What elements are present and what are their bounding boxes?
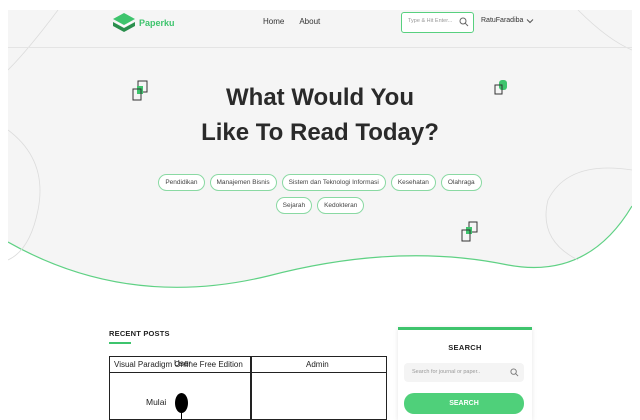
brand-name: Paperku [139,18,175,28]
header-search-box [401,12,474,33]
hero-title-line-2: Like To Read Today? [201,119,439,146]
user-name: RatuFaradiba [481,17,524,24]
hero-background-waves [8,10,632,290]
diagram-user-label: User [174,359,191,368]
diagram-start-node [175,393,188,413]
tag-pendidikan[interactable]: Pendidikan [158,174,205,191]
diagram-lane-divider [250,357,252,419]
diagram-start-label: Mulai [146,397,167,407]
chevron-down-icon [527,18,534,23]
hero-title-line-1: What Would You [226,84,414,111]
tag-sejarah[interactable]: Sejarah [275,197,313,214]
tag-sistem-teknologi-informasi[interactable]: Sistem dan Teknologi Informasi [281,174,386,191]
brand-logo[interactable]: Paperku [111,11,175,35]
tag-olahraga[interactable]: Olahraga [440,174,482,191]
sidebar-search-input[interactable] [412,369,507,375]
tag-manajemen-bisnis[interactable]: Manajemen Bisnis [209,174,277,191]
sidebar-search-button[interactable]: SEARCH [404,393,524,414]
hero-section [8,10,632,290]
diagram-connector [181,412,182,419]
recent-posts-heading: RECENT POSTS [109,329,170,338]
main-nav: Home About [263,17,320,26]
search-icon[interactable] [459,17,469,27]
top-header: Paperku Home About RatuFaradiba [8,10,632,48]
user-menu[interactable]: RatuFaradiba [481,17,534,24]
tag-kesehatan[interactable]: Kesehatan [390,174,436,191]
sidebar-search-field [404,363,524,382]
category-tags-row-2: Sejarah Kedokteran [0,197,640,214]
nav-about-link[interactable]: About [299,17,320,26]
diagram-right-header: Admin [306,360,329,369]
tag-kedokteran[interactable]: Kedokteran [317,197,365,214]
heading-underline [109,342,131,344]
sidebar-search-widget: SEARCH SEARCH [398,327,532,420]
hero-title: What Would You Like To Read Today? [0,80,640,150]
category-tags-row-1: Pendidikan Manajemen Bisnis Sistem dan T… [0,174,640,191]
nav-home-link[interactable]: Home [263,17,284,26]
logo-book-icon [113,13,135,32]
header-search-input[interactable] [408,18,458,24]
top-margin [0,0,640,10]
decorative-squares-icon [461,221,478,242]
search-icon[interactable] [510,368,519,377]
sidebar-search-title: SEARCH [448,343,482,352]
recent-post-thumbnail[interactable]: Visual Paradigm Online Free Edition User… [109,356,387,420]
